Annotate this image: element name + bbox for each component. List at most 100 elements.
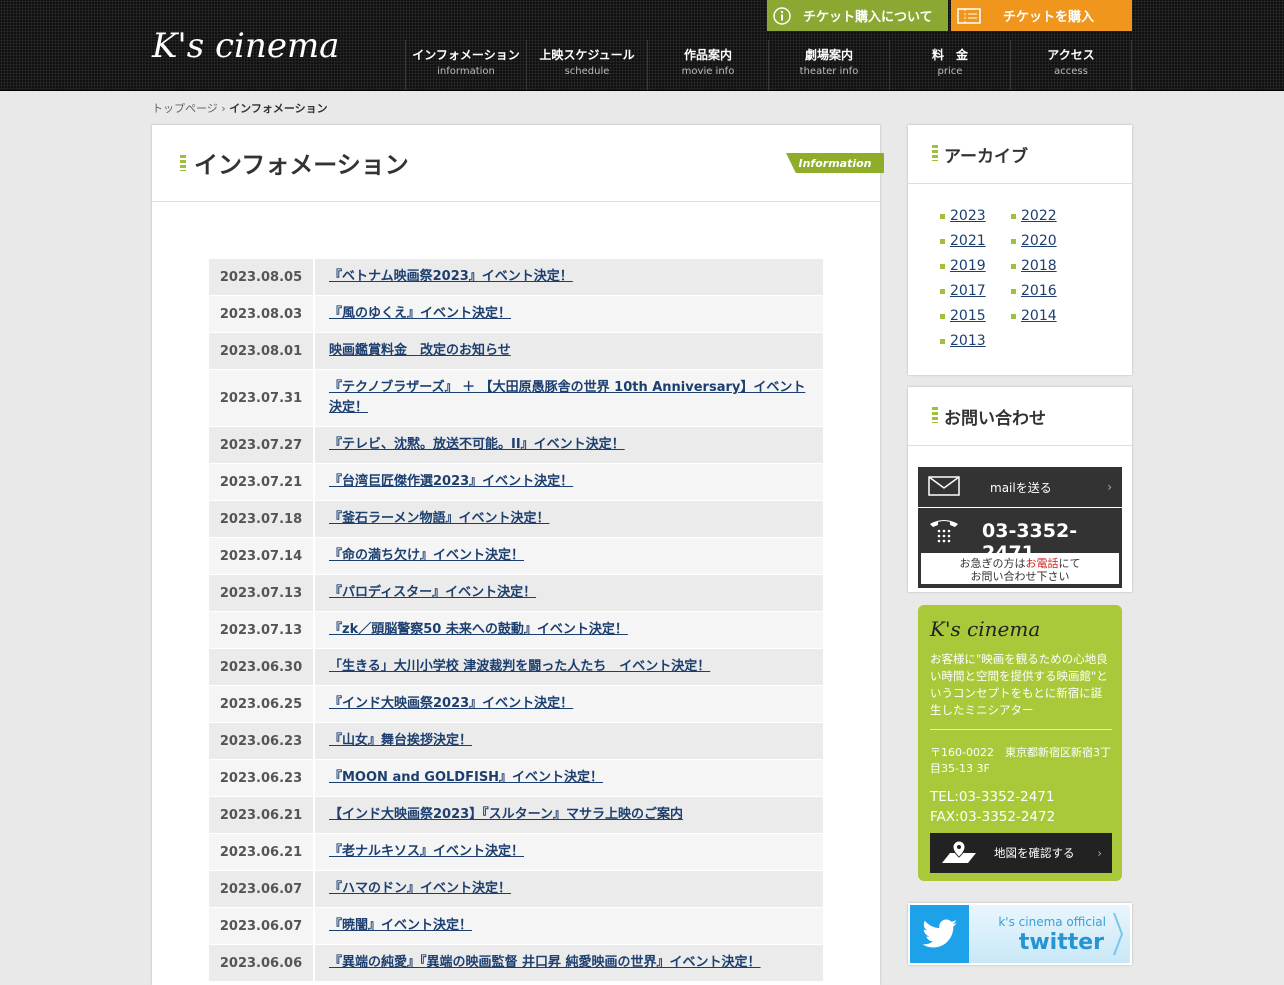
nav-label: 作品案内 [683,48,732,62]
nav-access[interactable]: アクセス access [1010,40,1132,90]
ticket-info-label: チケット購入について [803,10,933,25]
news-link[interactable]: 『インド大映画祭2023』イベント決定！ [329,696,573,711]
archive-year-link[interactable]: 2019 [940,257,1011,276]
nav-theater-info[interactable]: 劇場案内 theater info [768,40,889,90]
news-date: 2023.07.13 [209,574,315,612]
news-date: 2023.06.23 [209,759,315,797]
news-link[interactable]: 『命の満ち欠け』イベント決定！ [329,548,524,563]
nav-label: 劇場案内 [804,48,853,62]
news-title-cell: 『命の満ち欠け』イベント決定！ [314,537,823,575]
archive-year-link[interactable]: 2018 [1011,257,1082,276]
news-date: 2023.07.14 [209,537,315,575]
about-logo: K's cinema [930,617,1041,641]
news-title-cell: 『ベトナム映画祭2023』イベント決定！ [314,259,823,296]
news-date: 2023.06.23 [209,722,315,760]
nav-label: 料 金 [931,48,968,62]
archive-year-link[interactable]: 2017 [940,282,1011,301]
nav-information[interactable]: インフォメーション information [405,40,526,90]
news-link[interactable]: 『ベトナム映画祭2023』イベント決定！ [329,269,573,284]
news-date: 2023.08.03 [209,295,315,333]
news-link[interactable]: 『台湾巨匠傑作選2023』イベント決定！ [329,474,573,489]
mail-button[interactable]: mailを送る › [918,467,1122,507]
page-title: インフォメーション [194,151,409,179]
news-title-cell: 『MOON and GOLDFISH』イベント決定！ [314,759,823,797]
news-link[interactable]: 『暁闇』イベント決定！ [329,918,472,933]
news-date: 2023.06.06 [209,944,315,982]
site-logo[interactable]: K's cinema [152,26,339,66]
news-row: 2023.06.21 『老ナルキソス』イベント決定！ [209,833,823,871]
news-row: 2023.06.06 『異端の純愛』『異端の映画監督 井口昇 純愛映画の世界』イベ… [209,944,823,982]
about-contact: TEL:03-3352-2471 FAX:03-3352-2472 [930,787,1055,827]
map-label: 地図を確認する [994,846,1075,860]
twitter-banner[interactable]: k's cinema official twitter [908,903,1132,965]
nav-price[interactable]: 料 金 price [889,40,1010,90]
news-row: 2023.07.31 『テクノブラザーズ』 ＋ 【大田原愚豚舎の世界 10th A… [209,369,823,427]
breadcrumb-separator: › [221,102,226,115]
news-link[interactable]: 『テレビ、沈黙。放送不可能。II』イベント決定！ [329,437,625,452]
nav-sublabel: movie info [681,66,735,77]
nav-label: アクセス [1047,48,1095,62]
news-row: 2023.06.23 『山女』舞台挨拶決定！ [209,722,823,760]
ticket-info-button[interactable]: チケット購入について [767,0,948,31]
news-link[interactable]: 『山女』舞台挨拶決定！ [329,733,472,748]
news-link[interactable]: 『テクノブラザーズ』 ＋ 【大田原愚豚舎の世界 10th Anniversary… [329,380,805,415]
news-date: 2023.07.21 [209,463,315,501]
news-title-cell: 『台湾巨匠傑作選2023』イベント決定！ [314,463,823,501]
archive-year-link[interactable]: 2022 [1011,207,1082,226]
news-date: 2023.07.31 [209,369,315,427]
news-link[interactable]: 『老ナルキソス』イベント決定！ [329,844,524,859]
contact-header: お問い合わせ [908,387,1132,446]
news-title-cell: 『パロディスター』イベント決定！ [314,574,823,612]
archive-year-link[interactable]: 2021 [940,232,1011,251]
phone-box: 03-3352-2471 お急ぎの方はお電話にて お問い合わせ下さい [918,508,1122,588]
news-link[interactable]: 『異端の純愛』『異端の映画監督 井口昇 純愛映画の世界』イベント決定！ [329,955,761,970]
news-row: 2023.07.27 『テレビ、沈黙。放送不可能。II』イベント決定！ [209,426,823,464]
mail-label: mailを送る [990,480,1052,495]
buy-ticket-button[interactable]: チケットを購入 [951,0,1132,31]
archive-year-link[interactable]: 2023 [940,207,1011,226]
news-row: 2023.07.13 『パロディスター』イベント決定！ [209,574,823,612]
archive-year-link[interactable]: 2016 [1011,282,1082,301]
news-title-cell: 『風のゆくえ』イベント決定！ [314,295,823,333]
news-row: 2023.06.07 『暁闇』イベント決定！ [209,907,823,945]
news-link[interactable]: 『MOON and GOLDFISH』イベント決定！ [329,770,603,785]
title-bars-icon [932,407,938,423]
news-date: 2023.07.27 [209,426,315,464]
archive-year-link[interactable]: 2013 [940,332,1011,351]
breadcrumb-home[interactable]: トップページ [152,102,218,115]
news-date: 2023.07.13 [209,611,315,649]
news-link[interactable]: 「生きる」大川小学校 津波裁判を闘った人たち イベント決定！ [329,659,710,674]
news-table: 2023.08.05 『ベトナム映画祭2023』イベント決定！ 2023.08.03… [209,259,823,982]
news-title-cell: 『異端の純愛』『異端の映画監督 井口昇 純愛映画の世界』イベント決定！ [314,944,823,982]
nav-sublabel: information [437,66,495,77]
news-link[interactable]: 『ハマのドン』イベント決定！ [329,881,511,896]
about-box: K's cinema お客様に"映画を観るための心地良い時間と空間を提供する映画… [918,605,1122,881]
site-header: K's cinema チケット購入について チケットを購入 インフォメーション … [0,0,1284,91]
news-title-cell: 『釜石ラーメン物語』イベント決定！ [314,500,823,538]
news-link[interactable]: 『パロディスター』イベント決定！ [329,585,536,600]
news-row: 2023.06.21 【インド大映画祭2023】『スルターン』マサラ上映のご案内 [209,796,823,834]
news-title-cell: 映画鑑賞料金 改定のお知らせ [314,332,823,370]
archive-year-link[interactable]: 2015 [940,307,1011,326]
news-date: 2023.08.05 [209,259,315,296]
phone-icon [928,516,960,548]
nav-sublabel: theater info [799,66,859,77]
nav-movie-info[interactable]: 作品案内 movie info [647,40,768,90]
phone-note-text: お急ぎの方は [959,557,1026,570]
nav-label: インフォメーション [412,48,520,62]
news-link[interactable]: 映画鑑賞料金 改定のお知らせ [329,343,511,358]
contact-box: お問い合わせ mailを送る › 03-3352-2471 お急ぎの方はお電話に… [908,387,1132,592]
archive-year-link[interactable]: 2014 [1011,307,1082,326]
news-title-cell: 『zk／頭脳警察50 未来への鼓動』イベント決定！ [314,611,823,649]
news-row: 2023.08.03 『風のゆくえ』イベント決定！ [209,295,823,333]
archive-year-link[interactable]: 2020 [1011,232,1082,251]
news-link[interactable]: 【インド大映画祭2023】『スルターン』マサラ上映のご案内 [329,807,683,822]
map-button[interactable]: 地図を確認する › [930,833,1112,873]
archive-title: アーカイブ [944,147,1028,167]
nav-schedule[interactable]: 上映スケジュール schedule [526,40,647,90]
news-link[interactable]: 『zk／頭脳警察50 未来への鼓動』イベント決定！ [329,622,628,637]
news-link[interactable]: 『釜石ラーメン物語』イベント決定！ [329,511,549,526]
title-bars-icon [180,155,186,171]
news-link[interactable]: 『風のゆくえ』イベント決定！ [329,306,511,321]
archive-header: アーカイブ [908,125,1132,184]
